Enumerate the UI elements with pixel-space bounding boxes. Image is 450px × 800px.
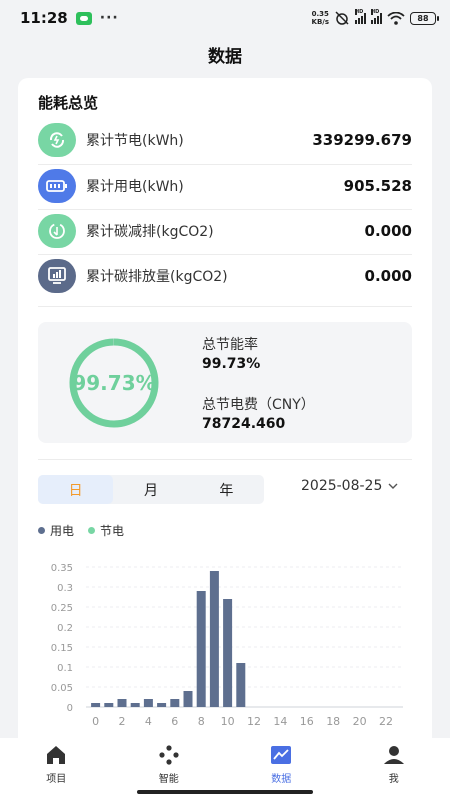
chart-bar bbox=[91, 703, 101, 707]
tab-year[interactable]: 年 bbox=[189, 475, 264, 504]
status-time: 11:28 bbox=[20, 9, 68, 27]
x-tick-label: 6 bbox=[171, 715, 178, 728]
metric-label: 累计节电(kWh) bbox=[86, 133, 184, 149]
y-tick-label: 0.25 bbox=[51, 603, 73, 614]
x-tick-label: 2 bbox=[119, 715, 126, 728]
savings-summary: 99.73% 总节能率 99.73% 总节电费（CNY） 78724.460 bbox=[38, 322, 412, 443]
metric-row-used[interactable]: 累计用电(kWh) 905.528 bbox=[38, 169, 412, 203]
chart-bar bbox=[157, 703, 167, 707]
smart-icon bbox=[159, 745, 179, 765]
y-tick-label: 0.2 bbox=[57, 623, 73, 634]
x-tick-label: 0 bbox=[92, 715, 99, 728]
saving-fee-value: 78724.460 bbox=[202, 416, 286, 432]
metric-value: 339299.679 bbox=[312, 131, 412, 149]
signal-icon-2: HD bbox=[371, 8, 382, 24]
legend-label: 节电 bbox=[100, 524, 125, 538]
y-tick-label: 0.35 bbox=[51, 563, 73, 574]
date-picker[interactable]: 2025-08-25 bbox=[301, 478, 398, 494]
nav-label: 数据 bbox=[271, 774, 292, 785]
wechat-notification-icon bbox=[75, 11, 92, 25]
y-tick-label: 0.05 bbox=[51, 683, 73, 694]
ring-percent-text: 99.73% bbox=[72, 371, 156, 395]
chart-bar bbox=[170, 699, 180, 707]
x-tick-label: 10 bbox=[221, 715, 235, 728]
divider bbox=[38, 306, 412, 307]
date-value: 2025-08-25 bbox=[301, 478, 383, 494]
status-bar: 11:28 ··· 0.35 KB/s HD HD 88 bbox=[0, 0, 450, 36]
period-tabs: 日 月 年 bbox=[38, 475, 264, 504]
y-tick-label: 0.15 bbox=[51, 643, 73, 654]
x-tick-label: 4 bbox=[145, 715, 152, 728]
chart-bar bbox=[209, 571, 219, 707]
energy-card: 能耗总览 累计节电(kWh) 339299.679 累计用电(kWh) 905.… bbox=[18, 78, 432, 778]
more-notifications-icon: ··· bbox=[99, 10, 119, 26]
y-tick-label: 0 bbox=[67, 703, 73, 714]
home-indicator bbox=[137, 790, 313, 794]
saving-rate-label: 总节能率 bbox=[202, 337, 258, 353]
carbon-reduce-icon bbox=[38, 214, 76, 248]
chevron-down-icon bbox=[388, 483, 398, 489]
x-tick-label: 16 bbox=[300, 715, 314, 728]
divider bbox=[38, 209, 412, 210]
x-tick-label: 22 bbox=[379, 715, 393, 728]
y-tick-label: 0.3 bbox=[57, 583, 73, 594]
metric-row-saved[interactable]: 累计节电(kWh) 339299.679 bbox=[38, 123, 412, 157]
chart-bar bbox=[130, 703, 140, 707]
saving-rate-value: 99.73% bbox=[202, 356, 261, 372]
chart-bar bbox=[196, 591, 206, 707]
energy-save-icon bbox=[38, 123, 76, 157]
chart-bar bbox=[183, 691, 193, 707]
metric-row-carbon-reduce[interactable]: 累计碳减排(kgCO2) 0.000 bbox=[38, 214, 412, 248]
metric-label: 累计碳排放量(kgCO2) bbox=[86, 269, 228, 285]
legend-item-usage: 用电 bbox=[38, 522, 74, 539]
chart-legend: 用电 节电 bbox=[38, 522, 124, 539]
carbon-emission-icon bbox=[38, 259, 76, 293]
metric-label: 累计碳减排(kgCO2) bbox=[86, 224, 214, 240]
hourly-bar-chart: 0 0.05 0.1 0.15 0.2 0.25 0.3 0.35 0 2 4 6 8 10 12 14 16 1… bbox=[51, 563, 403, 728]
metric-value: 0.000 bbox=[364, 222, 412, 240]
chart-bar bbox=[236, 663, 246, 707]
wifi-icon bbox=[387, 11, 405, 25]
nav-label: 智能 bbox=[158, 774, 179, 785]
divider bbox=[38, 459, 412, 460]
metric-row-carbon-emission[interactable]: 累计碳排放量(kgCO2) 0.000 bbox=[38, 259, 412, 293]
tab-month[interactable]: 月 bbox=[113, 475, 188, 504]
chart-bar bbox=[143, 699, 153, 707]
nav-label: 我 bbox=[388, 774, 399, 785]
home-icon bbox=[47, 746, 66, 764]
section-title: 能耗总览 bbox=[38, 94, 99, 112]
metric-label: 累计用电(kWh) bbox=[86, 179, 184, 195]
page-title: 数据 bbox=[208, 47, 242, 67]
x-tick-label: 18 bbox=[326, 715, 340, 728]
legend-label: 用电 bbox=[50, 524, 75, 538]
chart-bar bbox=[117, 699, 127, 707]
user-icon bbox=[383, 746, 404, 764]
x-tick-label: 12 bbox=[247, 715, 261, 728]
network-speed: 0.35 KB/s bbox=[311, 10, 329, 26]
chart-bar bbox=[223, 599, 233, 707]
metric-value: 0.000 bbox=[364, 267, 412, 285]
saving-fee-label: 总节电费（CNY） bbox=[202, 397, 315, 413]
battery-icon bbox=[38, 169, 76, 203]
divider bbox=[38, 164, 412, 165]
y-tick-label: 0.1 bbox=[57, 663, 73, 674]
divider bbox=[38, 254, 412, 255]
metric-value: 905.528 bbox=[343, 177, 412, 195]
tab-day[interactable]: 日 bbox=[38, 475, 114, 504]
signal-icon: HD bbox=[355, 8, 366, 24]
legend-dot bbox=[88, 527, 96, 534]
nav-item-project[interactable]: 项目 bbox=[0, 738, 113, 800]
chart-icon bbox=[271, 746, 292, 764]
alarm-off-icon bbox=[335, 11, 349, 25]
battery-icon: 88 bbox=[410, 11, 439, 25]
chart-bar bbox=[104, 703, 114, 707]
nav-label: 项目 bbox=[46, 774, 67, 785]
x-tick-label: 8 bbox=[198, 715, 205, 728]
nav-item-me[interactable]: 我 bbox=[338, 738, 450, 800]
x-tick-label: 14 bbox=[273, 715, 287, 728]
legend-item-saving: 节电 bbox=[88, 522, 124, 539]
legend-dot bbox=[38, 527, 45, 534]
x-tick-label: 20 bbox=[353, 715, 367, 728]
